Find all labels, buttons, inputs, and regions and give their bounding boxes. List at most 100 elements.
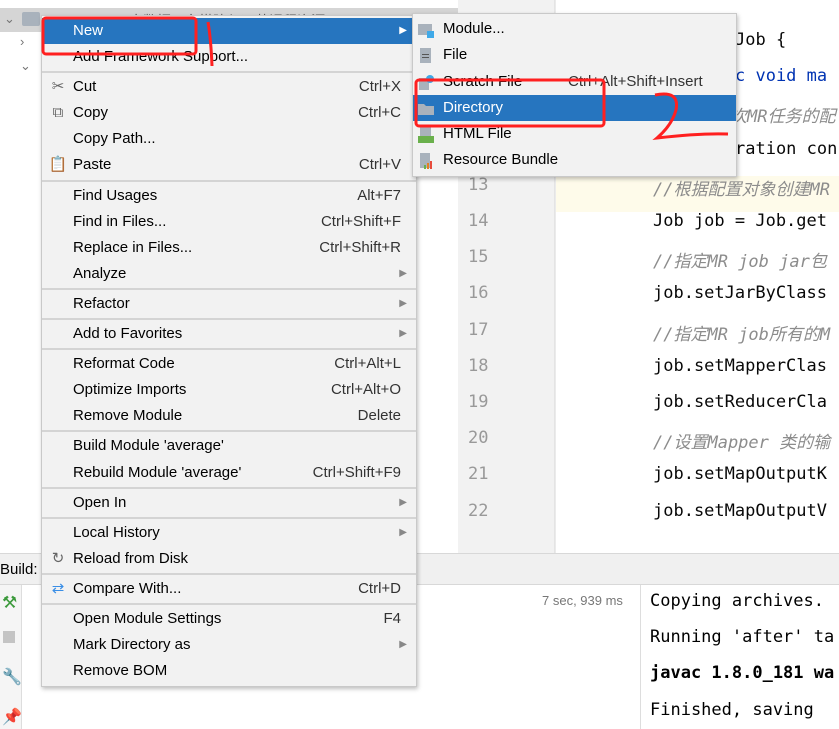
menu-item-shortcut: F4: [383, 609, 401, 627]
line-number: 21: [468, 464, 489, 485]
submenu-item-label: Module...: [443, 20, 505, 37]
submenu-item-html-file[interactable]: HTML File: [413, 121, 736, 147]
menu-item-shortcut: Delete: [357, 407, 401, 425]
line-number: 14: [468, 211, 489, 231]
pin-icon[interactable]: 📌: [2, 707, 22, 727]
line-number: 22: [468, 500, 489, 521]
code-line: job.setMapOutputK: [653, 464, 827, 485]
menu-item-cut[interactable]: ✂ Cut Ctrl+X: [42, 74, 416, 100]
line-number: 15: [468, 247, 489, 268]
line-number: 20: [468, 428, 489, 449]
menu-item-copy-path[interactable]: Copy Path...: [42, 126, 416, 152]
build-label: Build:: [0, 561, 38, 578]
menu-item-shortcut: Ctrl+Alt+L: [334, 355, 401, 373]
code-line: job.setJarByClass: [653, 283, 827, 304]
code-line: job.setMapOutputV: [653, 500, 827, 521]
menu-item-label: New: [73, 22, 104, 39]
code-line: Job {: [735, 30, 787, 50]
chevron-down-icon[interactable]: ⌄: [4, 11, 15, 27]
chevron-down-icon[interactable]: ⌄: [20, 58, 31, 74]
console-line: Running 'after' ta: [650, 627, 835, 647]
html-file-icon: [418, 126, 434, 144]
line-number: 19: [468, 392, 489, 412]
submenu-arrow-icon: ▶: [399, 639, 407, 651]
submenu-item-label: HTML File: [443, 125, 512, 143]
menu-item-label: Replace in Files...: [73, 238, 193, 256]
menu-item-label: Open In: [73, 493, 127, 511]
menu-item-build-module-average[interactable]: Build Module 'average': [42, 433, 416, 459]
menu-item-shortcut: Ctrl+X: [358, 78, 401, 96]
menu-item-replace-in-files[interactable]: Replace in Files... Ctrl+Shift+R: [42, 235, 416, 261]
compare-icon: ⇄: [51, 579, 65, 597]
submenu-item-module[interactable]: Module...: [413, 16, 736, 42]
submenu-item-directory[interactable]: Directory: [413, 94, 736, 122]
menu-item-label: Reformat Code: [73, 355, 175, 373]
submenu-item-scratch-file[interactable]: Scratch File Ctrl+Alt+Shift+Insert: [413, 69, 736, 95]
module-icon: [418, 21, 434, 38]
menu-item-reformat-code[interactable]: Reformat Code Ctrl+Alt+L: [42, 351, 416, 377]
console-line: Finished, saving: [650, 700, 814, 720]
stop-icon[interactable]: [3, 631, 15, 643]
menu-item-label: Mark Directory as: [73, 636, 191, 654]
menu-item-remove-bom[interactable]: Remove BOM: [42, 658, 416, 684]
menu-item-label: Cut: [73, 78, 97, 96]
line-number: 16: [468, 283, 489, 304]
code-line: //根据配置对象创建MR: [653, 179, 830, 200]
menu-item-new[interactable]: New ▶: [42, 18, 416, 45]
submenu-item-resource-bundle[interactable]: Resource Bundle: [413, 147, 736, 173]
menu-item-add-framework-support[interactable]: Add Framework Support...: [42, 44, 416, 70]
submenu-arrow-icon: ▶: [399, 267, 407, 279]
menu-item-open-module-settings[interactable]: Open Module Settings F4: [42, 606, 416, 632]
module-folder-icon: [22, 12, 40, 26]
menu-item-label: Local History: [73, 523, 160, 541]
menu-item-label: Copy Path...: [73, 130, 156, 148]
menu-item-add-to-favorites[interactable]: Add to Favorites ▶: [42, 321, 416, 347]
menu-item-rebuild-module-average[interactable]: Rebuild Module 'average' Ctrl+Shift+F9: [42, 460, 416, 486]
menu-item-open-in[interactable]: Open In ▶: [42, 490, 416, 516]
resource-bundle-icon: [418, 152, 434, 170]
menu-item-analyze[interactable]: Analyze ▶: [42, 261, 416, 287]
folder-icon: [418, 100, 434, 116]
submenu-arrow-icon: ▶: [399, 328, 407, 340]
menu-item-label: Remove BOM: [73, 662, 168, 680]
menu-item-remove-module[interactable]: Remove Module Delete: [42, 403, 416, 429]
menu-item-label: Find Usages: [73, 186, 158, 204]
menu-item-refactor[interactable]: Refactor ▶: [42, 291, 416, 317]
clipboard-icon: 📋: [48, 156, 68, 174]
code-line: //指定MR job所有的M: [653, 324, 831, 345]
menu-item-label: Open Module Settings: [73, 609, 222, 627]
context-menu: New ▶ Add Framework Support... ✂ Cut Ctrl+X ⧉ C…: [41, 15, 417, 688]
chevron-right-icon[interactable]: ›: [20, 34, 24, 49]
menu-item-local-history[interactable]: Local History ▶: [42, 520, 416, 546]
submenu-arrow-icon: ▶: [399, 526, 407, 538]
menu-item-shortcut: Ctrl+D: [358, 579, 401, 597]
code-line: ration con: [735, 138, 838, 159]
submenu-item-file[interactable]: File: [413, 42, 736, 68]
menu-item-find-usages[interactable]: Find Usages Alt+F7: [42, 183, 416, 209]
submenu-item-shortcut: Ctrl+Alt+Shift+Insert: [568, 72, 703, 90]
menu-item-label: Reload from Disk: [73, 549, 189, 567]
menu-item-reload-from-disk[interactable]: ↻ Reload from Disk: [42, 546, 416, 572]
code-line: c void ma: [735, 66, 828, 87]
reload-icon: ↻: [51, 549, 65, 567]
menu-item-compare-with[interactable]: ⇄ Compare With... Ctrl+D: [42, 576, 416, 602]
code-line: Job job = Job.get: [653, 211, 827, 231]
menu-item-find-in-files[interactable]: Find in Files... Ctrl+Shift+F: [42, 209, 416, 235]
menu-item-shortcut: Ctrl+Shift+F9: [312, 463, 401, 481]
submenu-arrow-icon: ▶: [399, 297, 407, 309]
menu-item-copy[interactable]: ⧉ Copy Ctrl+C: [42, 100, 416, 126]
submenu-arrow-icon: ▶: [399, 496, 407, 508]
new-submenu: Module... File Scratch File Ctrl+Alt+Shift+…: [412, 13, 737, 177]
copy-icon: ⧉: [52, 104, 64, 122]
menu-item-label: Find in Files...: [73, 212, 167, 230]
console-line: javac 1.8.0_181 wa: [650, 663, 835, 683]
wrench-icon[interactable]: 🔧: [2, 667, 22, 687]
menu-item-optimize-imports[interactable]: Optimize Imports Ctrl+Alt+O: [42, 377, 416, 403]
menu-item-label: Refactor: [73, 294, 130, 312]
menu-item-paste[interactable]: 📋 Paste Ctrl+V: [42, 152, 416, 178]
menu-item-label: Build Module 'average': [73, 437, 224, 455]
hammer-icon[interactable]: ⚒: [2, 593, 17, 613]
menu-item-mark-directory-as[interactable]: Mark Directory as ▶: [42, 632, 416, 658]
menu-item-label: Remove Module: [73, 407, 183, 425]
menu-item-shortcut: Ctrl+V: [358, 156, 401, 174]
